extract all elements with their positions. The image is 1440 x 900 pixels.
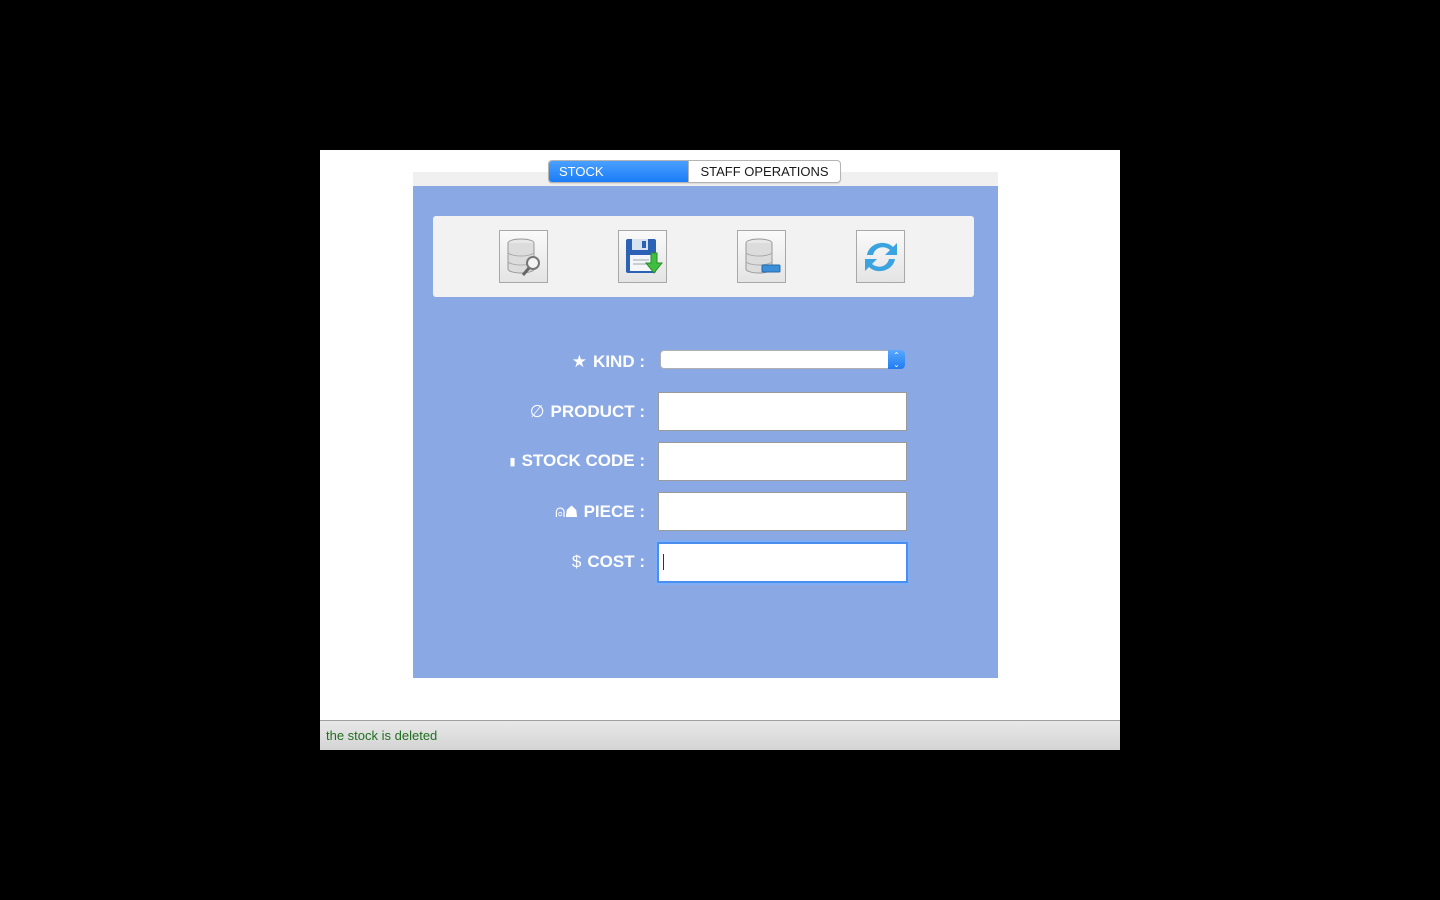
operations-tabs: STOCK OPERATIONS STAFF OPERATIONS [548, 160, 841, 183]
stock-code-input[interactable] [658, 442, 907, 481]
select-chevron-icon: ⌃ ⌄ [888, 350, 905, 369]
tab-staff-operations[interactable]: STAFF OPERATIONS [688, 161, 840, 182]
piece-input[interactable] [658, 492, 907, 531]
dollar-icon: $ [571, 552, 582, 571]
stock-code-label: ▮ STOCK CODE : [509, 451, 645, 470]
cost-input[interactable] [657, 542, 908, 583]
kind-label: ★ KIND : [571, 352, 645, 371]
piece-label: ⍝☗ PIECE : [555, 502, 645, 521]
save-stock-button[interactable] [618, 230, 667, 283]
refresh-button[interactable] [856, 230, 905, 283]
database-search-icon [507, 238, 540, 276]
delete-stock-button[interactable] [737, 230, 786, 283]
product-input[interactable] [658, 392, 907, 431]
star-icon: ★ [571, 352, 588, 371]
empty-set-icon: ∅ [529, 402, 545, 421]
app-window: ★ KIND : ⌃ ⌄ ∅ PRODUCT : ▮ STOCK CODE : ⍝… [320, 150, 1120, 750]
database-delete-icon [745, 238, 780, 273]
product-label: ∅ PRODUCT : [529, 402, 645, 421]
bells-icon: ⍝☗ [555, 502, 578, 521]
kind-select[interactable]: ⌃ ⌄ [660, 350, 905, 369]
barcode-icon: ▮ [509, 455, 516, 468]
status-bar: the stock is deleted [320, 720, 1120, 750]
tab-stock-operations[interactable]: STOCK OPERATIONS [549, 161, 688, 182]
toolbar [433, 216, 974, 297]
stock-panel: ★ KIND : ⌃ ⌄ ∅ PRODUCT : ▮ STOCK CODE : ⍝… [413, 186, 998, 678]
text-caret [663, 554, 664, 570]
search-stock-button[interactable] [499, 230, 548, 283]
status-message: the stock is deleted [326, 728, 438, 743]
save-download-icon [625, 238, 663, 274]
refresh-icon [864, 242, 897, 271]
cost-label: $ COST : [571, 552, 645, 571]
